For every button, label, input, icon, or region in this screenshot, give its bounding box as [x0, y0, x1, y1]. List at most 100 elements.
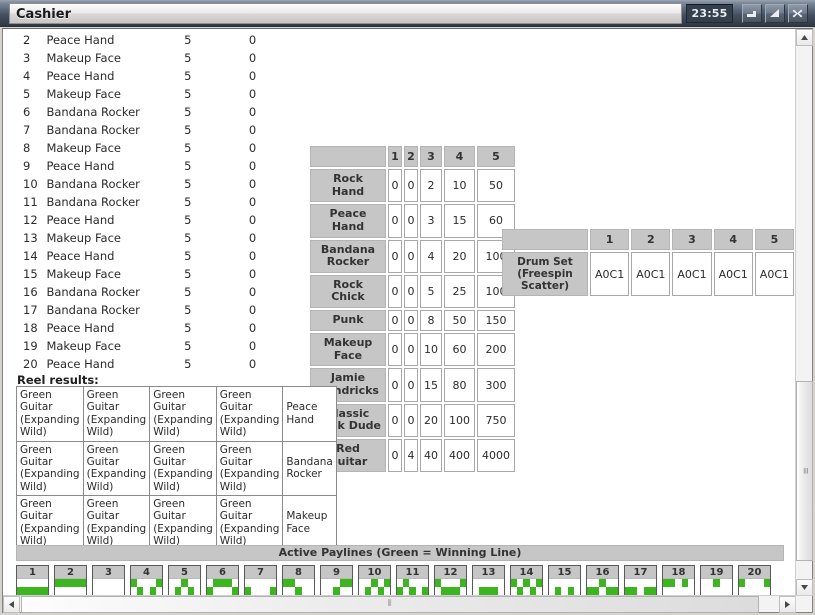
- payline-17[interactable]: 17: [624, 565, 657, 596]
- payline-cell-inactive: [155, 587, 162, 595]
- payline-19[interactable]: 19: [700, 565, 733, 596]
- scroll-down-button[interactable]: [796, 579, 813, 596]
- active-paylines-row: 1 2 3 4 5 6 7 8 9 10 11 12 13 14 15 16 17 18 19 20: [16, 565, 784, 596]
- paytable-row-name: Drum Set (Freespin Scatter): [502, 252, 588, 297]
- payline-18[interactable]: 18: [662, 565, 695, 596]
- spin-symbol-cell: Peace Hand: [46, 33, 115, 47]
- spin-index-cell: 9: [23, 159, 31, 173]
- payline-pattern-grid: [17, 579, 48, 596]
- spin-count-cell: 5: [184, 195, 192, 209]
- vertical-scrollbar[interactable]: ≡: [795, 29, 813, 596]
- paytable-value-cell: 15: [420, 368, 442, 402]
- payline-2[interactable]: 2: [54, 565, 87, 596]
- payline-5[interactable]: 5: [168, 565, 201, 596]
- payline-number: 19: [701, 566, 732, 579]
- spin-count-cell: 5: [184, 141, 192, 155]
- payline-cell-inactive: [497, 587, 504, 595]
- reel-results-body: Green Guitar (Expanding Wild) Green Guita…: [16, 386, 337, 551]
- table-row: Bandana Rocker 0 0 4 20 100: [310, 239, 515, 273]
- payline-7[interactable]: 7: [244, 565, 277, 596]
- spin-win-cell: 0: [248, 123, 257, 137]
- spin-symbol-cell: Peace Hand: [46, 213, 115, 227]
- paytable-value-cell: 40: [420, 438, 442, 473]
- payline-9[interactable]: 9: [320, 565, 353, 596]
- scroll-up-button[interactable]: [796, 29, 813, 46]
- payline-8[interactable]: 8: [282, 565, 315, 596]
- reel-result-cell: Green Guitar (Expanding Wild): [215, 495, 284, 551]
- window-titlebar[interactable]: Cashier 23:55: [0, 0, 815, 27]
- spin-symbol-cell: Makeup Face: [46, 231, 121, 245]
- horizontal-scrollbar[interactable]: ⦀: [3, 595, 796, 613]
- paytable-col-header: 2: [404, 146, 418, 167]
- close-button[interactable]: [788, 3, 808, 23]
- payline-16[interactable]: 16: [586, 565, 619, 596]
- minimize-button[interactable]: [742, 3, 762, 23]
- paytable-value-cell: 0: [404, 274, 418, 309]
- payline-13[interactable]: 13: [472, 565, 505, 596]
- payline-pattern-grid: [663, 579, 694, 596]
- table-row: Classic Rock Dude 0 0 20 100 750: [310, 403, 515, 437]
- horizontal-scroll-thumb[interactable]: ⦀: [21, 596, 759, 613]
- payline-number: 12: [435, 566, 466, 579]
- payline-14[interactable]: 14: [510, 565, 543, 596]
- paytable-value-cell: 0: [388, 333, 402, 367]
- paytable-value-cell: 2: [420, 169, 442, 203]
- window-client-area: 2 Peace Hand 5 0 3 Makeup Face 5 0 4 Peace Hand 5 0…: [2, 28, 813, 613]
- scroll-right-button[interactable]: [779, 596, 796, 613]
- spin-win-cell: 0: [248, 213, 257, 227]
- spin-win-cell: 0: [248, 51, 257, 65]
- scroll-left-button[interactable]: [3, 596, 20, 613]
- payline-pattern-grid: [131, 579, 162, 596]
- payline-10[interactable]: 10: [358, 565, 391, 596]
- spin-count-cell: 5: [184, 231, 192, 245]
- vertical-scroll-thumb[interactable]: ≡: [796, 381, 813, 561]
- maximize-button[interactable]: [765, 3, 785, 23]
- spin-win-cell: 0: [248, 267, 257, 281]
- payline-6[interactable]: 6: [206, 565, 239, 596]
- spin-win-cell: 0: [248, 33, 257, 47]
- payline-cell-inactive: [573, 587, 580, 595]
- paytable-col-header: 1: [589, 229, 630, 250]
- spin-count-cell: 5: [184, 303, 192, 317]
- spin-count-cell: 5: [184, 123, 192, 137]
- reel-result-cell: Green Guitar (Expanding Wild): [149, 440, 217, 496]
- paytable-col-header: 1: [388, 146, 402, 167]
- payline-cell-active: [231, 587, 238, 595]
- paytable-value-cell: 20: [444, 239, 475, 273]
- spin-win-cell: 0: [248, 69, 257, 83]
- payline-cell-active: [763, 579, 770, 587]
- table-row: Peace Hand 0 0 3 15 60: [310, 204, 515, 238]
- payline-11[interactable]: 11: [396, 565, 429, 596]
- paytable-value-cell: 10: [444, 169, 475, 203]
- paytable-value-cell: 20: [420, 403, 442, 437]
- spin-count-cell: 5: [184, 249, 192, 263]
- payline-15[interactable]: 15: [548, 565, 581, 596]
- paytable-col-header: 3: [672, 229, 712, 250]
- payline-number: 6: [207, 566, 238, 579]
- spin-index-cell: 18: [23, 321, 38, 335]
- payline-cell-active: [155, 579, 162, 587]
- maximize-icon: [770, 8, 779, 17]
- spin-index-cell: 11: [23, 195, 38, 209]
- payline-cell-inactive: [459, 587, 466, 595]
- payline-4[interactable]: 4: [130, 565, 163, 596]
- paytable-col-header: 4: [713, 229, 753, 250]
- spin-count-cell: 5: [184, 339, 192, 353]
- active-paylines-header: Active Paylines (Green = Winning Line): [16, 545, 784, 561]
- table-row: Rock Hand 0 0 2 10 50: [310, 169, 515, 203]
- table-row: 10 Bandana Rocker 5 0: [11, 175, 301, 193]
- payline-number: 18: [663, 566, 694, 579]
- payline-12[interactable]: 12: [434, 565, 467, 596]
- paytable-value-cell: 0: [388, 438, 402, 473]
- paytable-value-cell: A0C1: [631, 252, 671, 297]
- paytable-row-name: Punk: [310, 310, 386, 332]
- payline-1[interactable]: 1: [16, 565, 49, 596]
- paytable-value-cell: 10: [420, 333, 442, 367]
- payline-20[interactable]: 20: [738, 565, 771, 596]
- paytable-value-cell: 0: [388, 169, 402, 203]
- payline-3[interactable]: 3: [92, 565, 125, 596]
- table-row: 4 Peace Hand 5 0: [11, 67, 301, 85]
- spin-win-cell: 0: [248, 303, 257, 317]
- paytable-value-cell: 200: [477, 333, 515, 367]
- table-row: 16 Bandana Rocker 5 0: [11, 283, 301, 301]
